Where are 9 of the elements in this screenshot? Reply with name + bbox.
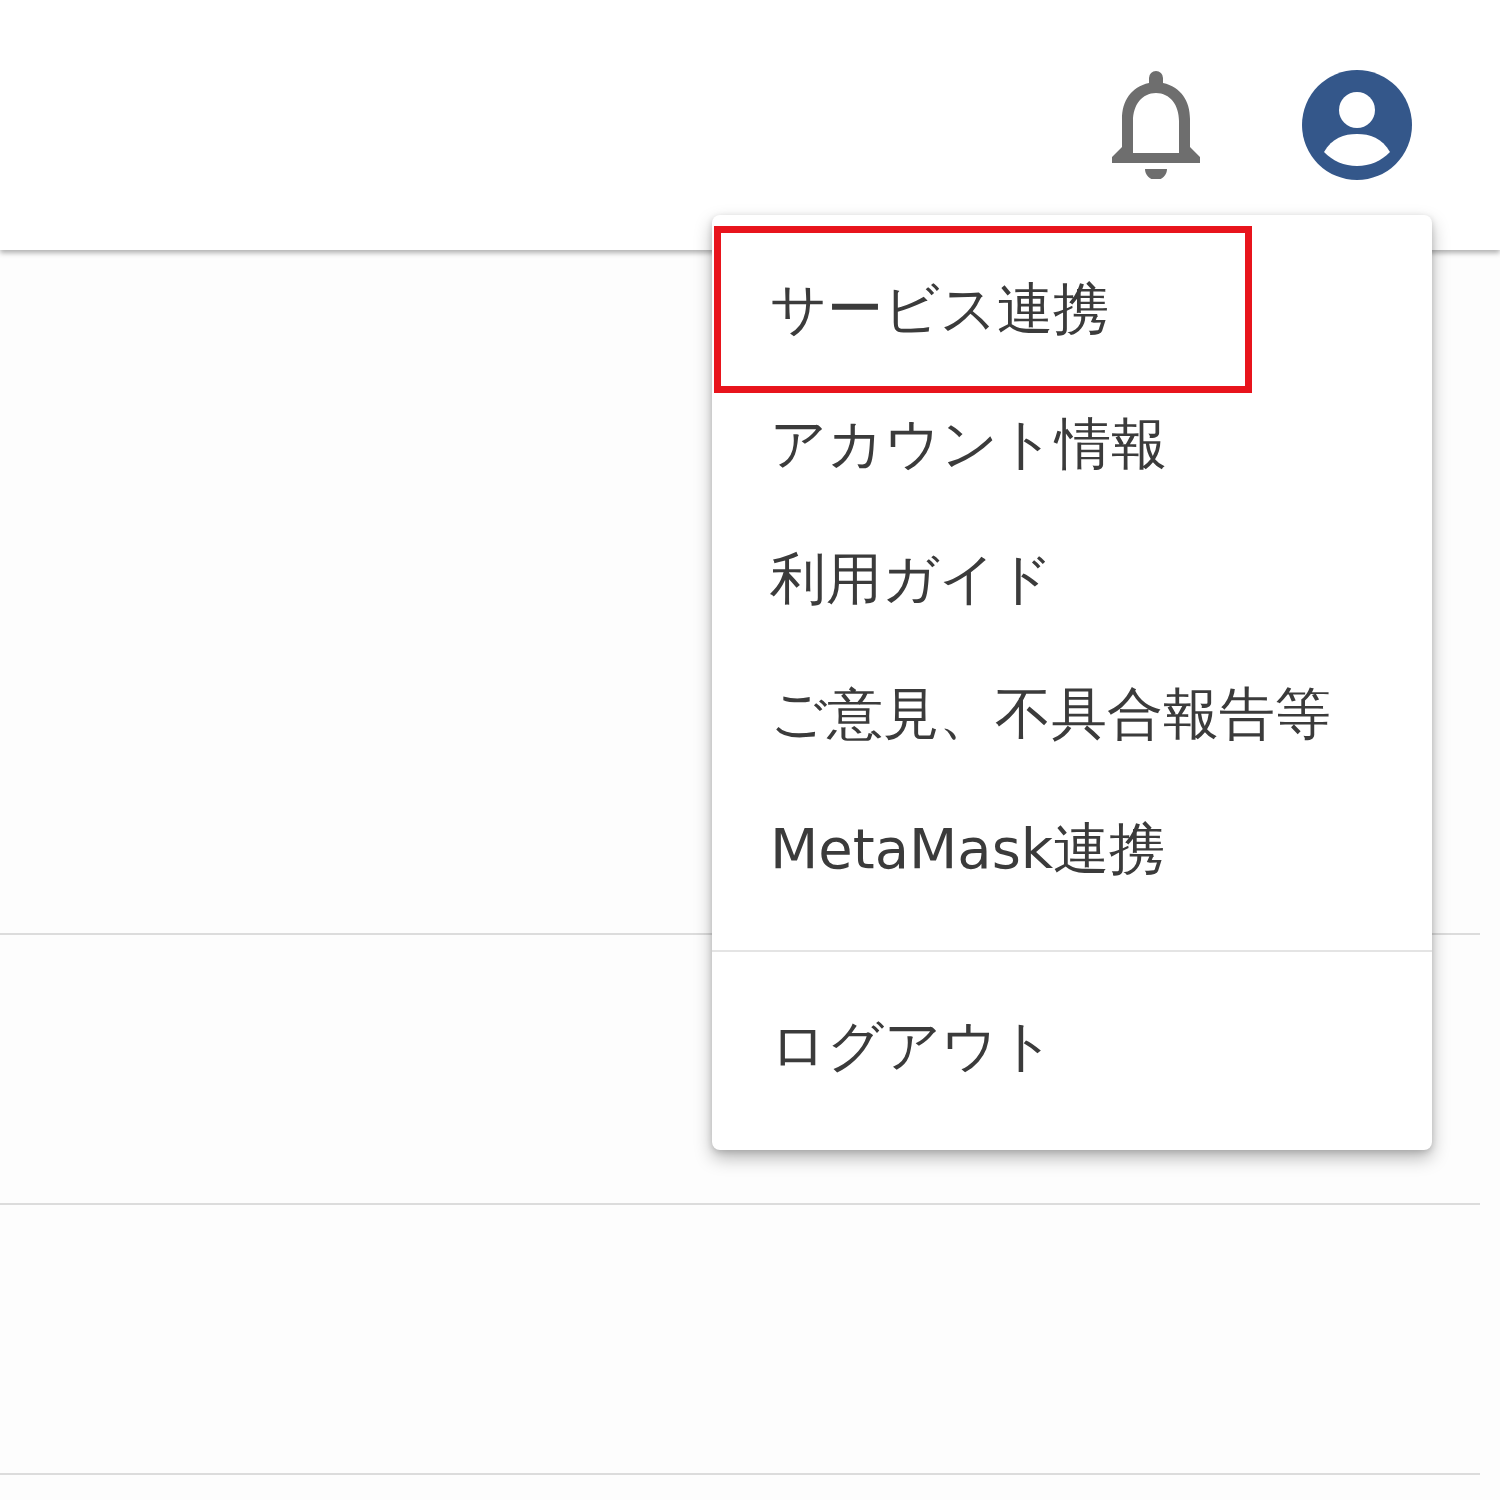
account-icon (1302, 70, 1412, 180)
menu-item[interactable]: 利用ガイド (712, 512, 1432, 647)
notifications-button[interactable] (1110, 71, 1202, 179)
menu-item[interactable]: ログアウト (712, 979, 1432, 1114)
bell-icon (1110, 71, 1202, 179)
menu-item[interactable]: MetaMask連携 (712, 782, 1432, 917)
menu-item[interactable]: ご意見、不具合報告等 (712, 647, 1432, 782)
menu-item[interactable]: サービス連携 (714, 226, 1252, 393)
account-button[interactable] (1302, 70, 1412, 180)
